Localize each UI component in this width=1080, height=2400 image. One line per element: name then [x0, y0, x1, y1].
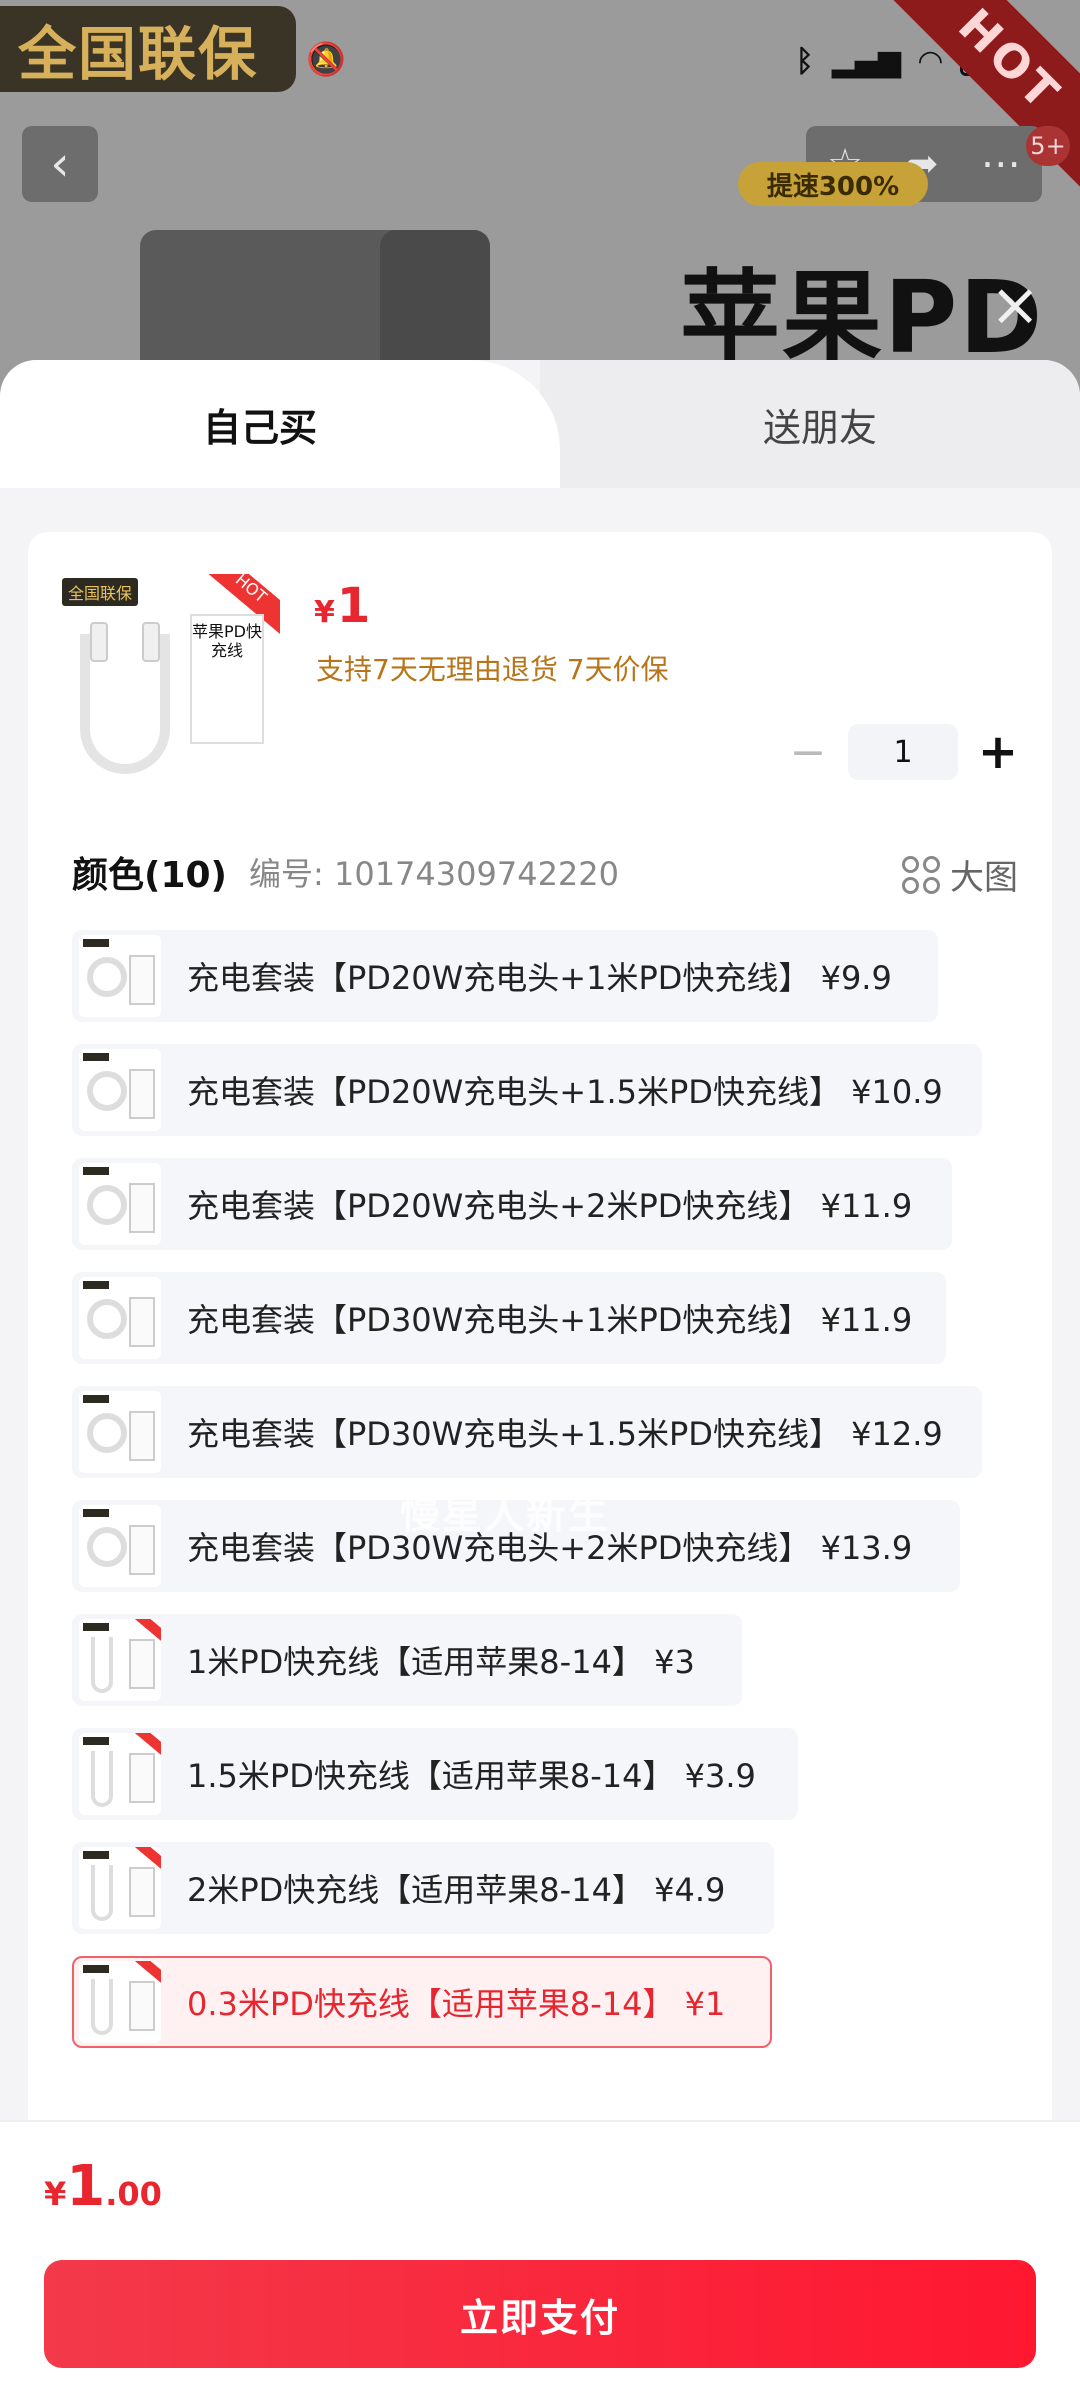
- sku-thumbnail: [79, 1049, 161, 1131]
- total-decimal: .00: [105, 2175, 162, 2213]
- quantity-stepper: − 1 +: [778, 722, 1038, 782]
- thumbnail-warranty-tag: 全国联保: [62, 578, 139, 606]
- sku-thumbnail: [79, 935, 161, 1017]
- national-warranty-badge: 全国联保: [0, 6, 296, 92]
- more-icon[interactable]: ⋯: [981, 141, 1021, 187]
- sku-option[interactable]: 2米PD快充线【适用苹果8-14】 ¥4.9: [72, 1842, 774, 1934]
- return-policy: 支持7天无理由退货 7天价保: [316, 653, 669, 686]
- price-value: 1: [336, 578, 371, 634]
- sku-option[interactable]: 1.5米PD快充线【适用苹果8-14】 ¥3.9: [72, 1728, 798, 1820]
- total-currency: ¥: [44, 2175, 67, 2213]
- sku-thumbnail: [79, 1163, 161, 1245]
- sku-option-label: 充电套装【PD20W充电头+2米PD快充线】 ¥11.9: [187, 1187, 913, 1225]
- sku-thumbnail: [79, 1505, 161, 1587]
- sku-thumbnail: [79, 1619, 161, 1701]
- sku-option-label: 充电套装【PD20W充电头+1.5米PD快充线】 ¥10.9: [187, 1073, 943, 1111]
- sku-option-label: 0.3米PD快充线【适用苹果8-14】 ¥1: [187, 1985, 726, 2023]
- grid-view-icon: [902, 855, 940, 894]
- sku-card: 全国联保 HOT 苹果PD快充线 ¥1 支持7天无理由退货 7天价保 − 1 +…: [28, 532, 1052, 2232]
- sku-option-label: 充电套装【PD20W充电头+1米PD快充线】 ¥9.9: [187, 959, 892, 997]
- big-picture-label: 大图: [950, 858, 1018, 898]
- chevron-left-icon: ‹: [50, 136, 70, 192]
- plus-icon[interactable]: +: [968, 722, 1028, 782]
- sku-option-label: 2米PD快充线【适用苹果8-14】 ¥4.9: [187, 1871, 726, 1909]
- big-picture-toggle[interactable]: 大图: [902, 850, 1018, 899]
- message-count-badge: 5+: [1026, 126, 1070, 166]
- sku-thumbnail: [79, 1277, 161, 1359]
- sku-option[interactable]: 充电套装【PD20W充电头+1米PD快充线】 ¥9.9: [72, 930, 938, 1022]
- tab-buy-self[interactable]: 自己买: [0, 360, 560, 488]
- sku-option[interactable]: 1米PD快充线【适用苹果8-14】 ¥3: [72, 1614, 742, 1706]
- bluetooth-icon: ᛒ: [795, 44, 814, 79]
- sku-option[interactable]: 充电套装【PD30W充电头+1.5米PD快充线】 ¥12.9: [72, 1386, 982, 1478]
- usb-c-plug: [90, 622, 108, 662]
- sku-option-label: 1.5米PD快充线【适用苹果8-14】 ¥3.9: [187, 1757, 756, 1795]
- sku-thumbnail: [79, 1733, 161, 1815]
- close-icon[interactable]: ×: [990, 275, 1040, 335]
- total-integer: 1: [66, 2154, 106, 2219]
- checkout-footer: ¥1.00 立即支付: [0, 2120, 1080, 2400]
- product-thumbnail[interactable]: 全国联保 HOT 苹果PD快充线: [60, 574, 280, 794]
- sku-option-label: 1米PD快充线【适用苹果8-14】 ¥3: [187, 1643, 695, 1681]
- sku-thumbnail: [79, 1961, 161, 2043]
- color-section-title: 颜色(10): [72, 855, 228, 896]
- sku-option[interactable]: 充电套装【PD30W充电头+1米PD快充线】 ¥11.9: [72, 1272, 946, 1364]
- minus-icon[interactable]: −: [778, 722, 838, 782]
- back-button[interactable]: ‹: [22, 126, 98, 202]
- purchase-sheet: 自己买 送朋友 全国联保 HOT 苹果PD快充线 ¥1 支持7天无理由退货 7天…: [0, 360, 1080, 2400]
- speed-tag: 提速300%: [738, 162, 928, 206]
- sku-thumbnail: [79, 1847, 161, 1929]
- tab-gift-friend[interactable]: 送朋友: [560, 360, 1080, 488]
- thumbnail-box-text: 苹果PD快充线: [190, 614, 264, 744]
- bell-muted-icon: 🔕: [306, 40, 346, 78]
- sku-thumbnail: [79, 1391, 161, 1473]
- total-price: ¥1.00: [44, 2154, 162, 2219]
- sku-option-label: 充电套装【PD30W充电头+1.5米PD快充线】 ¥12.9: [187, 1415, 943, 1453]
- sku-option[interactable]: 充电套装【PD20W充电头+1.5米PD快充线】 ¥10.9: [72, 1044, 982, 1136]
- sku-option[interactable]: 充电套装【PD20W充电头+2米PD快充线】 ¥11.9: [72, 1158, 952, 1250]
- product-price: ¥1: [314, 578, 370, 634]
- sku-option-label: 充电套装【PD30W充电头+1米PD快充线】 ¥11.9: [187, 1301, 913, 1339]
- signal-icon: ▂▄▆: [831, 44, 901, 79]
- color-section-header: 颜色(10) 编号: 10174309742220 大图: [72, 842, 1032, 902]
- price-currency: ¥: [314, 595, 335, 630]
- purchase-tabs: 自己买 送朋友: [0, 360, 1080, 488]
- wifi-icon: ◠: [918, 44, 942, 79]
- sku-option-selected[interactable]: 0.3米PD快充线【适用苹果8-14】 ¥1: [72, 1956, 772, 2048]
- product-code: 编号: 10174309742220: [249, 855, 620, 893]
- lightning-plug: [142, 622, 160, 662]
- pay-now-button[interactable]: 立即支付: [44, 2260, 1036, 2368]
- watermark-text: 慢星人新生: [400, 1492, 610, 1538]
- product-page-background: 全国联保 🔕 ᛒ ▂▄▆ ◠ 74 HOT ‹ ☆ ➦ ⋯ 5+ 提速300% …: [0, 0, 1080, 420]
- quantity-value[interactable]: 1: [848, 724, 958, 780]
